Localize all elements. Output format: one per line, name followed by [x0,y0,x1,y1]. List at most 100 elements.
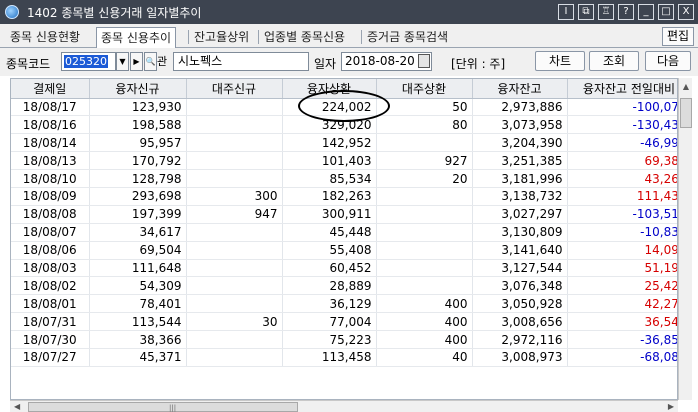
header-loan-balance[interactable]: 융자잔고 [472,79,568,99]
cell-short-repay: 927 [376,151,473,171]
header-short-new[interactable]: 대주신규 [186,79,283,99]
cell-date: 18/08/16 [11,115,90,135]
cell-loan-new: 198,588 [89,115,187,135]
tab-balance-rate-top[interactable]: 잔고율상위 [190,27,253,48]
tab-credit-trend[interactable]: 종목 신용추이 [96,27,177,48]
header-balance-change[interactable]: 융자잔고 전일대비 [567,79,677,99]
app-icon [5,5,19,19]
stock-name-field: 시노펙스 [173,52,309,71]
cell-short-new [186,330,283,349]
cell-short-repay [376,241,473,260]
cell-loan-new: 45,371 [89,348,187,367]
scroll-right-icon[interactable]: ▶ [668,401,674,412]
cell-short-new: 300 [186,187,283,206]
table-row[interactable]: 18/07/3038,366 75,2234002,972,116-36,857 [11,330,677,349]
cell-short-repay [376,223,473,242]
cell-short-repay: 400 [376,294,473,314]
cell-loan-new: 111,648 [89,259,187,278]
table-row[interactable]: 18/07/2745,371 113,458403,008,973-68,087 [11,348,677,367]
cell-short-new [186,133,283,153]
unit-label: [단위 : 주] [451,57,506,71]
cell-loan-repay: 60,452 [282,259,377,278]
chart-button[interactable]: 차트 [535,51,585,71]
cell-date: 18/08/07 [11,223,90,242]
scroll-up-icon[interactable]: ▲ [680,80,692,94]
vertical-scroll-thumb[interactable] [680,98,692,128]
table-row[interactable]: 18/08/03111,648 60,452 3,127,54451,196 [11,259,677,278]
grip-icon: ||| [169,404,177,412]
table-row[interactable]: 18/08/13170,792 101,4039273,251,38569,389 [11,151,677,171]
header-settlement-date[interactable]: 결제일 [11,79,90,99]
horizontal-scrollbar[interactable]: ◀ ||| ▶ [10,400,678,412]
edit-button[interactable]: 편집 [662,27,694,46]
cell-loan-repay: 85,534 [282,169,377,188]
cell-short-repay [376,187,473,206]
window-controls: I ⧉ ♖ ? _ □ X [558,4,694,20]
cell-loan-repay: 75,223 [282,330,377,349]
cell-balance-change: 14,096 [567,241,677,260]
cell-loan-repay: 101,403 [282,151,377,171]
link-window-icon[interactable]: ⧉ [578,4,594,20]
vertical-scrollbar[interactable]: ▲ [678,78,692,400]
help-icon[interactable]: ? [618,4,634,20]
cell-date: 18/08/03 [11,259,90,278]
cell-loan-balance: 3,141,640 [472,241,568,260]
search-icon[interactable]: 🔍 [144,52,157,71]
table-row[interactable]: 18/08/09293,698300182,263 3,138,732111,43… [11,187,677,206]
pin-icon[interactable]: ♖ [598,4,614,20]
cell-loan-balance: 3,251,385 [472,151,568,171]
table-row[interactable]: 18/08/0669,504 55,408 3,141,64014,096 [11,241,677,260]
cell-loan-new: 78,401 [89,294,187,314]
cell-short-new: 30 [186,312,283,332]
minimize-icon[interactable]: _ [638,4,654,20]
cell-short-repay [376,276,473,296]
table-row[interactable]: 18/08/1495,957 142,952 3,204,390-46,995 [11,133,677,153]
calendar-icon[interactable] [418,54,430,68]
header-loan-new[interactable]: 융자신규 [89,79,187,99]
cell-short-repay [376,133,473,153]
table-row[interactable]: 18/08/08 197,399 947 300,911 3,027,297 -103,5… [11,205,677,224]
cell-loan-new: 69,504 [89,241,187,260]
tab-separator [188,30,189,44]
watchlist-button[interactable]: 관 [157,52,171,71]
table-row[interactable]: 18/08/0178,401 36,1294003,050,92842,272 [11,294,677,314]
cell-short-new [186,223,283,242]
tab-credit-status[interactable]: 종목 신용현황 [6,27,84,48]
cell-date: 18/08/02 [11,276,90,296]
next-arrow-icon[interactable]: ▶ [130,52,143,71]
table-row[interactable]: 18/07/31113,5443077,0044003,008,65636,54… [11,312,677,332]
code-label: 종목코드 [6,57,51,71]
cell-loan-balance: 3,181,996 [472,169,568,188]
table-row[interactable]: 18/08/0734,617 45,448 3,130,809-10,831 [11,223,677,242]
cell-short-new [186,241,283,260]
cell-date: 18/08/08 [11,205,90,224]
next-button[interactable]: 다음 [645,51,691,71]
cell-loan-new: 54,309 [89,276,187,296]
cell-loan-balance: 3,050,928 [472,294,568,314]
cell-short-repay [376,259,473,278]
dropdown-arrow-icon[interactable]: ▼ [116,52,129,71]
horizontal-scroll-thumb[interactable]: ||| [28,402,298,412]
cell-short-new [186,115,283,135]
info-icon[interactable]: I [558,4,574,20]
tab-margin-search[interactable]: 증거금 종목검색 [363,27,452,48]
stock-code-value: 025320 [64,55,108,68]
cell-balance-change: -130,432 [567,115,677,135]
cell-balance-change: 69,389 [567,151,677,171]
table-row[interactable]: 18/08/0254,309 28,889 3,076,34825,420 [11,276,677,296]
query-bar: 종목코드 025320 ▼ ▶ 🔍 관 시노펙스 일자 2018-08-20 [… [0,48,698,76]
scroll-left-icon[interactable]: ◀ [14,401,20,412]
close-icon[interactable]: X [678,4,694,20]
maximize-icon[interactable]: □ [658,4,674,20]
query-button[interactable]: 조회 [589,51,639,71]
cell-short-new [186,98,283,117]
cell-loan-balance: 3,204,390 [472,133,568,153]
stock-code-input[interactable]: 025320 [61,52,116,71]
tab-sector-credit[interactable]: 업종별 종목신용 [260,27,349,48]
cell-date: 18/08/06 [11,241,90,260]
cell-balance-change: -10,831 [567,223,677,242]
cell-date: 18/08/01 [11,294,90,314]
cell-short-new [186,276,283,296]
header-short-repay[interactable]: 대주상환 [376,79,473,99]
table-row[interactable]: 18/08/10128,798 85,534203,181,99643,264 [11,169,677,188]
